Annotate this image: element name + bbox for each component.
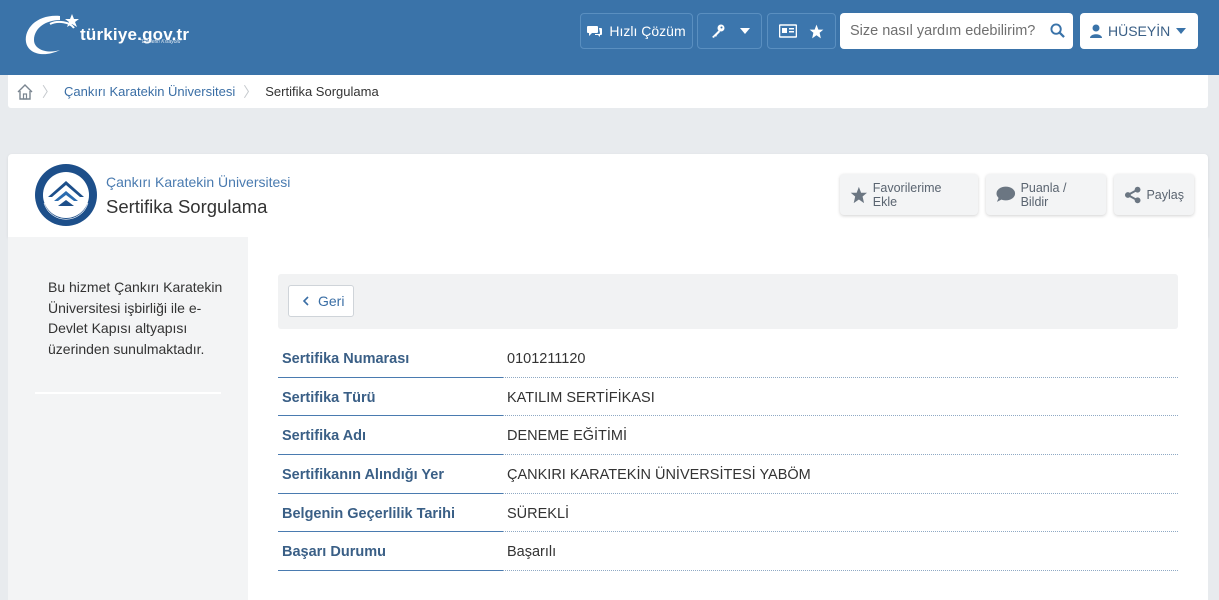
password-menu-button[interactable] [697,13,762,49]
chevron-left-icon [303,296,309,306]
value-underline [503,570,1178,572]
detail-value: 0101211120 [507,351,586,367]
rate-report-label: Puanla / Bildir [1020,180,1067,209]
detail-row: Sertifika Türü KATILIM SERTİFİKASI [278,378,1178,417]
detail-label: Başarı Durumu [282,544,386,561]
breadcrumb-link-university[interactable]: Çankırı Karatekin Üniversitesi [64,84,235,99]
label-underline [278,570,503,572]
user-icon [1090,24,1102,38]
service-organization[interactable]: Çankırı Karatekin Üniversitesi [106,174,290,190]
breadcrumb: 〉 Çankırı Karatekin Üniversitesi 〉 Serti… [8,75,1208,108]
caret-down-icon [1176,28,1186,34]
university-logo [35,164,97,226]
turkiye-gov-logo[interactable]: türkiye.gov.tr "Devletin Kısayolu" [20,10,225,62]
detail-value: KATILIM SERTİFİKASI [507,389,655,406]
detail-row: Belgenin Geçerlilik Tarihi SÜREKLİ [278,494,1178,533]
key-icon [711,24,724,38]
comment-icon [996,186,1016,202]
add-favorite-label: Favorilerime Ekle [872,180,942,209]
quick-solution-label: Hızlı Çözüm [609,23,686,39]
add-favorite-button[interactable]: Favorilerime Ekle [840,174,978,215]
rate-report-button[interactable]: Puanla / Bildir [986,174,1106,215]
detail-row: Başarı Durumu Başarılı [278,532,1178,572]
user-name: HÜSEYİN [1108,23,1171,39]
page-title: Sertifika Sorgulama [106,196,268,217]
star-icon [809,24,824,38]
breadcrumb-current: Sertifika Sorgulama [265,84,379,99]
chat-icon [587,26,603,37]
detail-value: ÇANKIRI KARATEKİN ÜNİVERSİTESİ YABÖM [507,467,811,484]
back-button[interactable]: Geri [288,285,354,317]
breadcrumb-separator: 〉 [42,83,56,100]
share-label: Paylaş [1146,187,1184,202]
detail-label: Sertifika Numarası [282,351,410,367]
main-content: Geri Sertifika Numarası 0101211120 Serti… [248,237,1208,600]
detail-row: Sertifikanın Alındığı Yer ÇANKIRI KARATE… [278,455,1178,494]
detail-label: Belgenin Geçerlilik Tarihi [282,505,455,522]
user-menu-button[interactable]: HÜSEYİN [1080,13,1198,49]
id-card-icon [779,24,797,38]
star-icon [850,186,868,203]
sidebar: Bu hizmet Çankırı Karatekin Üniversitesi… [8,237,248,600]
id-card-favorites-button[interactable] [767,13,836,49]
search-icon[interactable] [1050,23,1065,38]
detail-row: Sertifika Adı DENEME EĞİTİMİ [278,416,1178,456]
breadcrumb-separator: 〉 [243,83,258,100]
search-input[interactable] [850,23,1050,39]
certificate-details: Sertifika Numarası 0101211120 Sertifika … [278,339,1178,572]
share-button[interactable]: Paylaş [1114,174,1194,215]
detail-value: DENEME EĞİTİMİ [507,428,628,445]
logo-tagline: "Devletin Kısayolu" [140,39,183,45]
divider [35,392,221,394]
detail-label: Sertifikanın Alındığı Yer [282,467,444,484]
logo-swoosh-icon [25,14,79,55]
detail-label: Sertifika Türü [282,389,376,406]
search-box[interactable] [840,13,1073,49]
detail-label: Sertifika Adı [282,428,367,445]
detail-row: Sertifika Numarası 0101211120 [278,339,1178,378]
detail-value: Başarılı [507,544,557,561]
home-icon[interactable] [16,83,34,101]
service-provider-note: Bu hizmet Çankırı Karatekin Üniversitesi… [48,279,223,357]
top-header: türkiye.gov.tr "Devletin Kısayolu" Hızlı… [0,0,1219,75]
detail-value: SÜREKLİ [507,505,570,522]
service-header: Çankırı Karatekin Üniversitesi Sertifika… [8,154,1208,237]
back-toolbar: Geri [278,274,1178,329]
back-label: Geri [318,293,345,309]
quick-solution-button[interactable]: Hızlı Çözüm [580,13,693,49]
caret-down-icon [739,28,750,34]
share-icon [1124,186,1141,203]
